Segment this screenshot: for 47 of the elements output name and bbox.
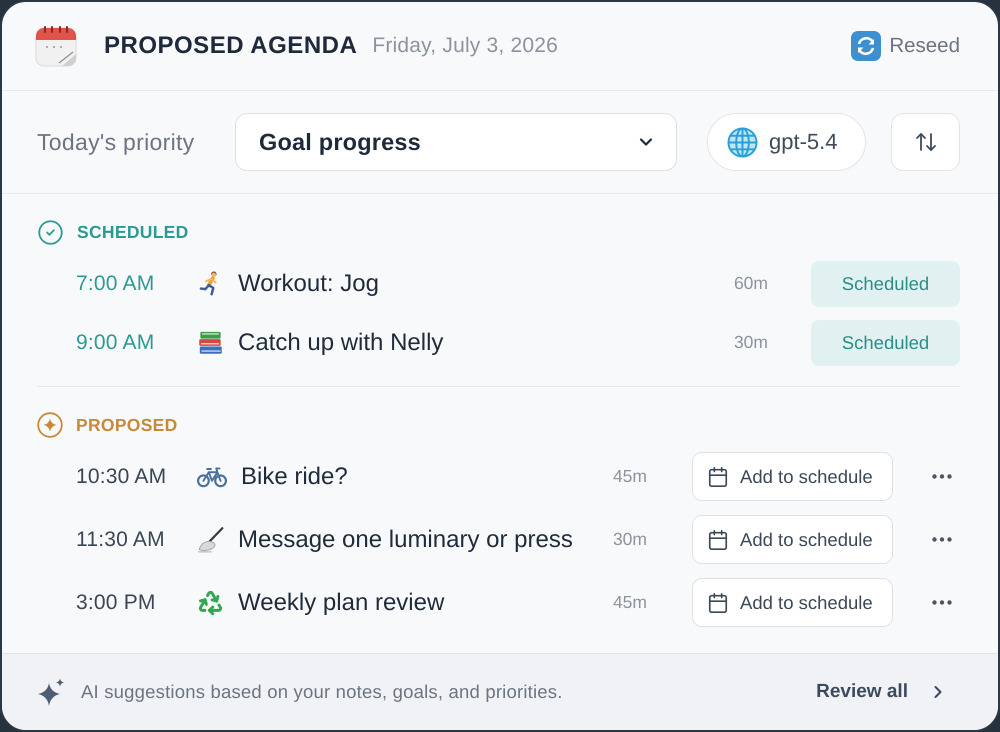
priority-select[interactable]: Goal progress	[235, 113, 677, 171]
calendar-icon	[707, 528, 729, 550]
event-title: Catch up with Nelly	[238, 328, 444, 356]
check-circle-icon	[37, 218, 64, 246]
add-to-schedule-button[interactable]: Add to schedule	[692, 515, 893, 564]
event-duration: 30m	[612, 529, 647, 550]
priority-label: Today's priority	[37, 128, 196, 156]
sparkle-icon	[37, 678, 66, 706]
event-title: Bike ride?	[241, 462, 349, 490]
sort-button[interactable]	[891, 113, 960, 171]
sparkle-circle-icon	[37, 412, 63, 438]
status-badge: Scheduled	[811, 320, 960, 366]
footer-note: AI suggestions based on your notes, goals, and priorities.	[81, 681, 563, 703]
panel-title: PROPOSED AGENDA	[104, 32, 358, 60]
event-title: Workout: Jog	[238, 270, 380, 298]
book-stack-icon	[197, 329, 224, 356]
event-duration: 45m	[612, 466, 647, 487]
agenda-date: Friday, July 3, 2026	[372, 34, 558, 58]
calendar-icon	[707, 466, 729, 488]
event-time: 10:30 AM	[76, 464, 168, 488]
event-time: 9:00 AM	[76, 330, 156, 354]
calendar-icon	[707, 592, 729, 614]
pen-icon	[197, 526, 224, 553]
recycle-icon	[197, 589, 224, 616]
event-duration: 45m	[612, 592, 647, 613]
reseed-button[interactable]: Reseed	[851, 31, 960, 61]
model-button[interactable]: gpt-5.4	[707, 113, 866, 171]
section-title: SCHEDULED	[77, 222, 189, 242]
review-all-link[interactable]: Review all	[816, 681, 948, 703]
event-time: 11:30 AM	[76, 528, 166, 552]
event-time: 3:00 PM	[76, 590, 157, 614]
event-title: Message one luminary or press	[238, 526, 574, 554]
sort-icon	[914, 130, 938, 154]
more-icon	[932, 600, 952, 605]
calendar-app-icon	[35, 25, 77, 67]
event-title: Weekly plan review	[238, 588, 446, 616]
globe-icon	[727, 126, 758, 158]
status-badge: Scheduled	[811, 260, 960, 306]
section-title: PROPOSED	[76, 414, 178, 436]
event-duration: 30m	[734, 332, 768, 353]
more-icon	[932, 537, 952, 542]
add-to-schedule-button[interactable]: Add to schedule	[692, 452, 893, 501]
add-to-schedule-button[interactable]: Add to schedule	[692, 578, 893, 627]
event-duration: 60m	[734, 273, 768, 294]
event-time: 7:00 AM	[76, 272, 156, 296]
more-icon	[932, 474, 952, 479]
refresh-icon	[851, 31, 882, 61]
